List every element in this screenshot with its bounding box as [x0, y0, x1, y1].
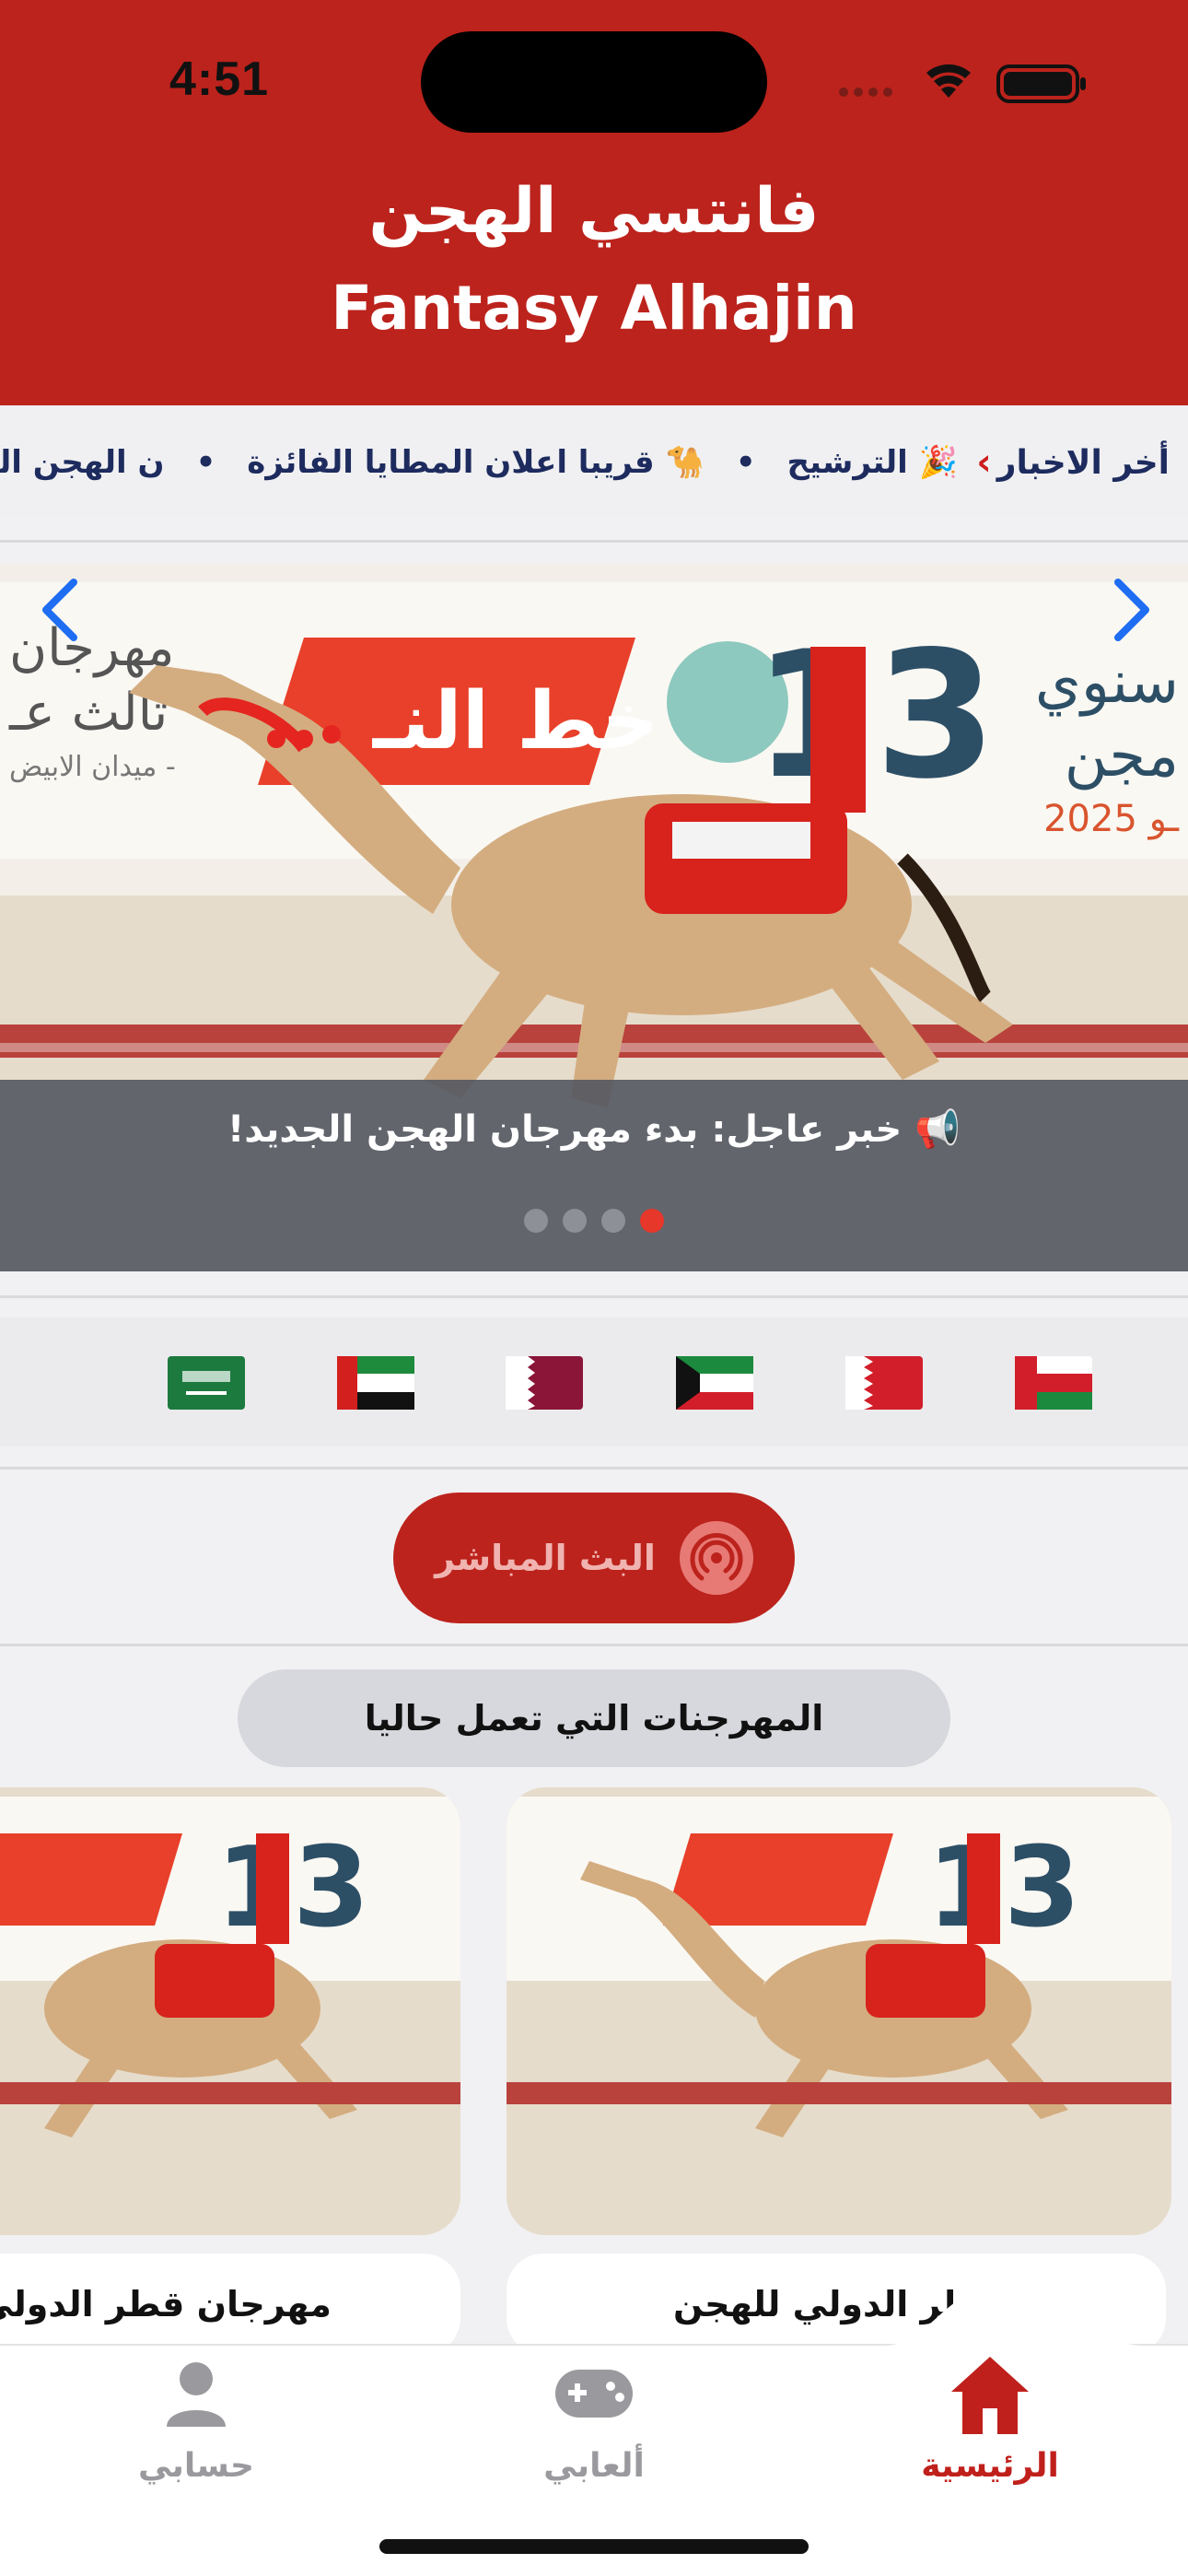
- live-stream-label: البث المباشر: [435, 1538, 656, 1578]
- chevron-left-icon[interactable]: [26, 564, 90, 656]
- tab-account[interactable]: حسابي: [58, 2348, 334, 2495]
- ticker-item: 🐪 قريبا اعلان المطايا الفائزة: [247, 444, 705, 481]
- kuwait-flag-icon[interactable]: [676, 1356, 753, 1410]
- ticker-track: ن الهجن الجديد! • 🐪 قريبا اعلان المطايا …: [0, 437, 958, 488]
- saudi-arabia-flag-icon[interactable]: [168, 1356, 245, 1410]
- banner-number: 13: [753, 614, 996, 817]
- ticker-item: 🎉 الترشيح: [786, 444, 958, 481]
- divider: [0, 1295, 1188, 1298]
- chevron-right-icon[interactable]: [1101, 564, 1166, 656]
- live-stream-button[interactable]: البث المباشر: [393, 1493, 795, 1623]
- divider: [0, 1467, 1188, 1469]
- status-time: 4:51: [169, 53, 270, 106]
- carousel-caption: 📢 خبر عاجل: بدء مهرجان الهجن الجديد!: [227, 1108, 961, 1151]
- broadcast-icon: [679, 1521, 753, 1595]
- app-title-english: Fantasy Alhajin: [331, 273, 857, 344]
- banner-text-left-3: ميدان الابيض -: [9, 751, 176, 783]
- pagination-dot[interactable]: [524, 1209, 548, 1233]
- battery-icon: [996, 64, 1086, 103]
- banner-red-text: خط النـ: [372, 675, 658, 767]
- divider: [0, 1644, 1188, 1646]
- banner-year: 2025 ـو: [1043, 798, 1180, 840]
- pagination-dot-active[interactable]: [640, 1209, 664, 1233]
- dynamic-island: [421, 31, 767, 133]
- pagination-dot[interactable]: [601, 1209, 625, 1233]
- festival-card-title[interactable]: مهرجان قطر الدولي للـ: [0, 2254, 460, 2355]
- ticker-label-text: أخر الاخبار: [996, 443, 1170, 482]
- section-title: المهرجنات التي تعمل حاليا: [238, 1669, 950, 1767]
- ticker-label: ‹ أخر الاخبار: [965, 437, 1170, 488]
- divider: [0, 540, 1188, 543]
- app-header: 4:51 فانتسي الهجن Fantasy Alhajin: [0, 0, 1188, 405]
- chevron-left-icon: ‹: [976, 441, 992, 484]
- carousel-pagination[interactable]: [0, 1209, 1188, 1233]
- person-icon: [167, 2362, 226, 2427]
- festival-card-image[interactable]: 13: [507, 1787, 1171, 2235]
- tab-label: حسابي: [137, 2447, 255, 2485]
- bahrain-flag-icon[interactable]: [845, 1356, 923, 1410]
- cellular-signal-icon: [839, 88, 892, 97]
- news-ticker[interactable]: ن الهجن الجديد! • 🐪 قريبا اعلان المطايا …: [0, 405, 1188, 518]
- wifi-icon: [926, 64, 971, 98]
- uae-flag-icon[interactable]: [337, 1356, 414, 1410]
- status-icons: [839, 64, 1086, 103]
- home-indicator: [379, 2539, 809, 2554]
- banner-text-right-2: مجن: [1065, 722, 1179, 790]
- ticker-separator: •: [195, 444, 216, 481]
- pagination-dot[interactable]: [563, 1209, 587, 1233]
- app-title-arabic: فانتسي الهجن: [368, 175, 820, 248]
- gamepad-icon: [555, 2370, 633, 2418]
- tab-my-games[interactable]: ألعابي: [456, 2348, 732, 2495]
- svg-text:13: 13: [216, 1824, 370, 1952]
- tab-label: ألعابي: [543, 2447, 645, 2485]
- countries-row: [0, 1317, 1188, 1446]
- qatar-flag-icon[interactable]: [506, 1356, 583, 1410]
- tab-home[interactable]: الرئيسية: [852, 2348, 1128, 2495]
- news-carousel[interactable]: خط النـ 13 سنوي مجن 2025 ـو مهرجان ثالث …: [0, 564, 1188, 1271]
- festival-card-image[interactable]: 13: [0, 1787, 460, 2235]
- app-screen: { "status_bar": { "time": "4:51" }, "hea…: [0, 0, 1188, 2576]
- oman-flag-icon[interactable]: [1015, 1356, 1092, 1410]
- ticker-item: ن الهجن الجديد!: [0, 444, 165, 481]
- banner-text-right: سنوي: [1035, 649, 1179, 717]
- tab-label: الرئيسية: [921, 2447, 1059, 2485]
- ticker-separator: •: [735, 444, 756, 481]
- svg-text:13: 13: [927, 1824, 1081, 1952]
- home-icon: [951, 2357, 1029, 2434]
